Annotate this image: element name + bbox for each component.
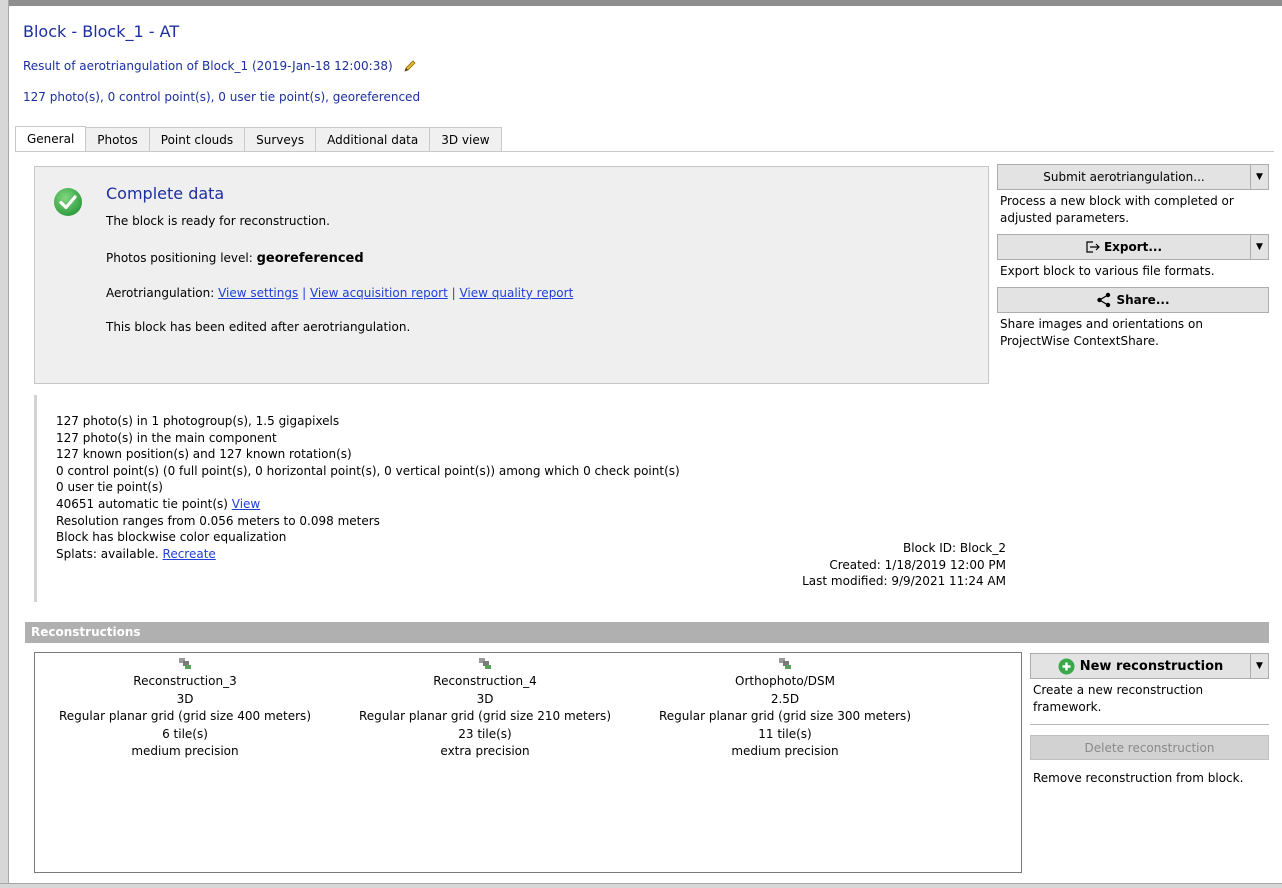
reconstruction-item[interactable]: Reconstruction_3 3D Regular planar grid … xyxy=(35,657,335,761)
reconstruction-tiles: 23 tile(s) xyxy=(458,726,512,741)
reconstruction-precision: medium precision xyxy=(731,744,839,758)
stat-control-points: 0 control point(s) (0 full point(s), 0 h… xyxy=(56,463,680,478)
reconstruction-grid: Regular planar grid (grid size 300 meter… xyxy=(659,709,911,723)
stat-splats: Splats: available. Recreate xyxy=(56,546,216,561)
created-date: Created: 1/18/2019 12:00 PM xyxy=(829,557,1006,572)
reconstruction-icon xyxy=(779,658,791,669)
reconstruction-grid: Regular planar grid (grid size 400 meter… xyxy=(59,709,311,723)
share-icon xyxy=(1097,292,1111,308)
status-panel: Complete data The block is ready for rec… xyxy=(34,166,989,384)
stat-known-positions: 127 known position(s) and 127 known rota… xyxy=(56,447,352,462)
reconstruction-precision: extra precision xyxy=(440,744,530,758)
tab-general[interactable]: General xyxy=(15,126,87,152)
reconstruction-actions-panel: New reconstruction ▼ Create a new recons… xyxy=(1030,653,1269,794)
last-modified-date: Last modified: 9/9/2021 11:24 AM xyxy=(802,574,1006,589)
reconstruction-item[interactable]: Reconstruction_4 3D Regular planar grid … xyxy=(335,657,635,761)
reconstruction-type: 3D xyxy=(476,691,494,706)
stat-color-equalization: Block has blockwise color equalization xyxy=(56,530,287,545)
view-acquisition-report-link[interactable]: View acquisition report xyxy=(310,286,448,300)
new-reconstruction-button[interactable]: New reconstruction ▼ xyxy=(1030,653,1269,679)
share-label: Share... xyxy=(1116,293,1170,307)
dropdown-arrow-icon[interactable]: ▼ xyxy=(1250,654,1268,678)
reconstruction-item[interactable]: Orthophoto/DSM 2.5D Regular planar grid … xyxy=(635,657,935,761)
reconstruction-icon xyxy=(179,658,191,669)
link-separator: | xyxy=(451,286,456,300)
submit-aerotriangulation-button[interactable]: Submit aerotriangulation... ▼ xyxy=(997,164,1269,190)
aerotriangulation-label: Aerotriangulation: xyxy=(106,286,219,300)
new-reconstruction-label: New reconstruction xyxy=(1079,658,1224,674)
tab-surveys[interactable]: Surveys xyxy=(245,127,317,152)
positioning-level: Photos positioning level: georeferenced xyxy=(106,251,364,266)
reconstruction-name: Reconstruction_3 xyxy=(133,674,237,688)
block-id: Block ID: Block_2 xyxy=(903,541,1006,555)
share-description: Share images and orientations on Project… xyxy=(1000,317,1203,348)
edited-notice: This block has been edited after aerotri… xyxy=(106,320,411,334)
description-text: Result of aerotriangulation of Block_1 (… xyxy=(23,59,393,73)
reconstruction-type: 3D xyxy=(176,691,194,706)
window-top-border xyxy=(0,0,1282,6)
tab-photos[interactable]: Photos xyxy=(86,127,150,152)
delete-reconstruction-button[interactable]: Delete reconstruction xyxy=(1030,735,1269,760)
tab-divider xyxy=(15,151,1274,152)
reconstruction-precision: medium precision xyxy=(131,744,239,758)
reconstructions-header: Reconstructions xyxy=(25,622,1269,643)
status-title: Complete data xyxy=(106,184,225,203)
view-quality-report-link[interactable]: View quality report xyxy=(459,286,573,300)
reconstruction-icon xyxy=(479,658,491,669)
window-bottom-border xyxy=(0,883,1282,888)
check-circle-icon xyxy=(54,188,82,216)
stat-photos: 127 photo(s) in 1 photogroup(s), 1.5 gig… xyxy=(56,414,340,428)
tab-bar: General Photos Point clouds Surveys Addi… xyxy=(15,126,502,152)
export-button[interactable]: Export... ▼ xyxy=(997,234,1269,260)
status-ready-text: The block is ready for reconstruction. xyxy=(106,214,330,228)
link-separator: | xyxy=(302,286,307,300)
page-title: Block - Block_1 - AT xyxy=(23,22,180,41)
block-statistics: 127 photo(s) in 1 photogroup(s), 1.5 gig… xyxy=(34,395,1006,602)
reconstruction-type: 2.5D xyxy=(770,691,800,706)
block-description: Result of aerotriangulation of Block_1 (… xyxy=(23,59,417,73)
pencil-icon[interactable] xyxy=(403,59,417,73)
export-description: Export block to various file formats. xyxy=(1000,264,1215,278)
recreate-splats-link[interactable]: Recreate xyxy=(163,547,216,561)
tab-point-clouds[interactable]: Point clouds xyxy=(149,127,246,152)
reconstruction-tiles: 6 tile(s) xyxy=(162,726,208,741)
divider xyxy=(1030,724,1269,725)
reconstruction-name: Reconstruction_4 xyxy=(433,674,537,688)
dropdown-arrow-icon[interactable]: ▼ xyxy=(1250,235,1268,259)
reconstruction-tiles: 11 tile(s) xyxy=(758,726,812,741)
export-label: Export... xyxy=(1103,240,1163,254)
export-icon xyxy=(1086,241,1100,253)
stat-main-component: 127 photo(s) in the main component xyxy=(56,430,277,445)
positioning-value: georeferenced xyxy=(256,251,364,266)
aerotriangulation-links: Aerotriangulation: View settings | View … xyxy=(106,286,573,300)
reconstructions-list[interactable]: Reconstruction_3 3D Regular planar grid … xyxy=(34,652,1022,873)
positioning-label: Photos positioning level: xyxy=(106,251,257,265)
submit-description: Process a new block with completed or ad… xyxy=(1000,194,1234,225)
tab-3d-view[interactable]: 3D view xyxy=(430,127,502,152)
reconstruction-name: Orthophoto/DSM xyxy=(735,674,835,688)
stat-automatic-tie-points: 40651 automatic tie point(s) View xyxy=(56,496,261,511)
window-left-border xyxy=(0,0,9,888)
block-metadata: Block ID: Block_2 Created: 1/18/2019 12:… xyxy=(802,540,1006,590)
plus-circle-icon xyxy=(1058,658,1075,674)
submit-label: Submit aerotriangulation... xyxy=(1043,170,1205,184)
delete-reconstruction-description: Remove reconstruction from block. xyxy=(1033,771,1244,785)
share-button[interactable]: Share... xyxy=(997,287,1269,313)
tab-additional-data[interactable]: Additional data xyxy=(316,127,431,152)
view-settings-link[interactable]: View settings xyxy=(218,286,298,300)
stat-resolution: Resolution ranges from 0.056 meters to 0… xyxy=(56,513,380,528)
block-actions-panel: Submit aerotriangulation... ▼ Process a … xyxy=(997,164,1269,357)
block-summary: 127 photo(s), 0 control point(s), 0 user… xyxy=(23,90,421,104)
view-tie-points-link[interactable]: View xyxy=(232,497,260,511)
reconstruction-grid: Regular planar grid (grid size 210 meter… xyxy=(359,709,611,723)
statistics-list: 127 photo(s) in 1 photogroup(s), 1.5 gig… xyxy=(56,413,680,562)
dropdown-arrow-icon[interactable]: ▼ xyxy=(1250,165,1268,189)
new-reconstruction-description: Create a new reconstruction framework. xyxy=(1033,683,1204,714)
stat-user-tie-points: 0 user tie point(s) xyxy=(56,480,163,495)
